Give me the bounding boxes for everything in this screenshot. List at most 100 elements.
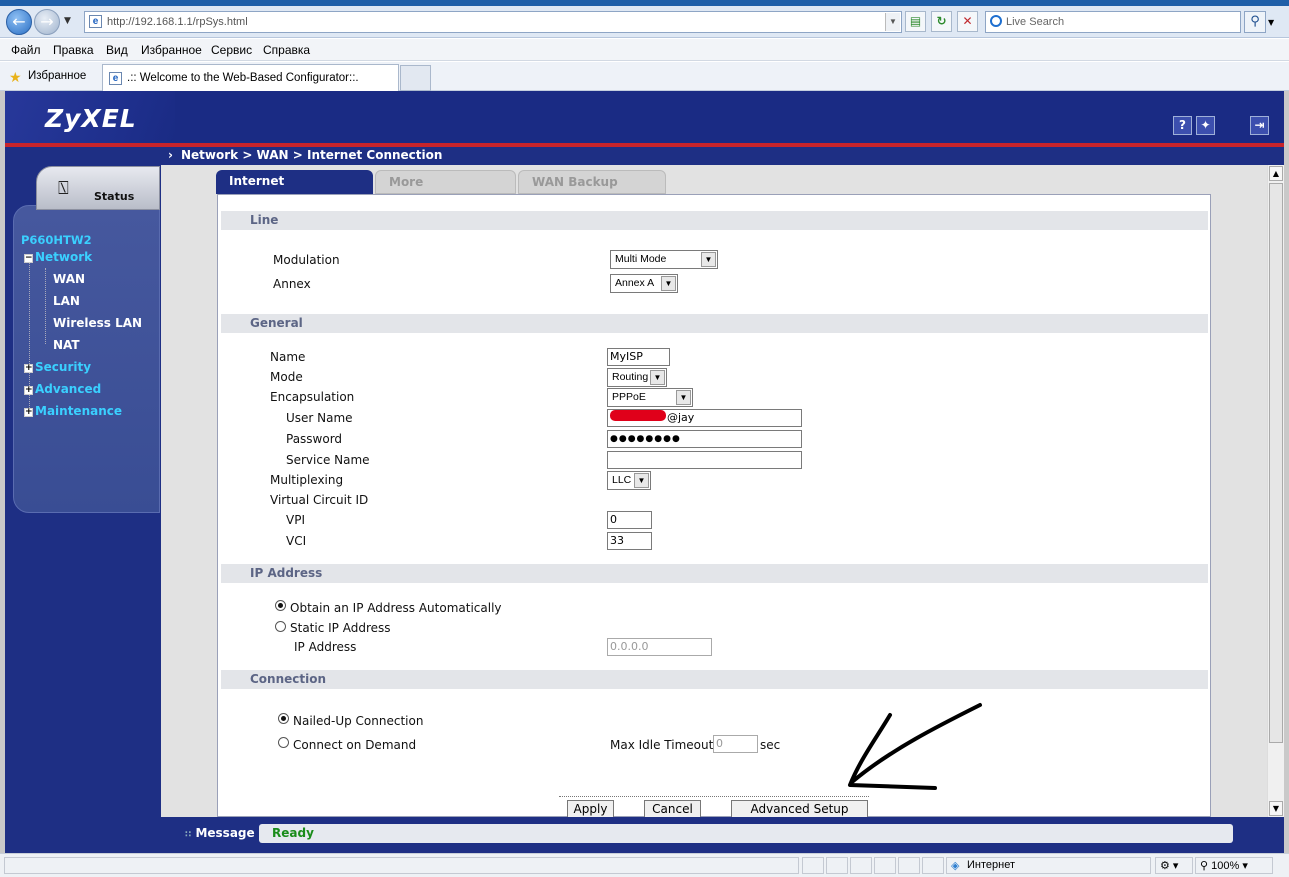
ip-address-label: IP Address: [294, 640, 357, 654]
on-demand-label: Connect on Demand: [293, 738, 417, 752]
favorites-bar: ★ Избранное e .:: Welcome to the Web-Bas…: [0, 62, 1289, 91]
protected-mode-button[interactable]: ⚙ ▾: [1155, 857, 1193, 874]
sidebar-item-network[interactable]: − Network: [24, 250, 92, 264]
status-text-pane: [4, 857, 799, 874]
ip-address-input[interactable]: 0.0.0.0: [607, 638, 712, 656]
address-text: http://192.168.1.1/rpSys.html: [107, 16, 248, 28]
menu-favorites[interactable]: Избранное: [141, 43, 202, 57]
zoom-button[interactable]: ⚲ 100% ▾: [1195, 857, 1273, 874]
dropdown-arrow-icon: ▼: [676, 390, 691, 405]
ip-auto-radio[interactable]: [275, 600, 286, 611]
nailed-up-radio[interactable]: [278, 713, 289, 724]
new-tab-button[interactable]: [400, 65, 431, 91]
annex-select[interactable]: Annex A ▼: [610, 274, 678, 293]
dropdown-arrow-icon: ▼: [650, 370, 665, 385]
status-pane: [898, 857, 920, 874]
history-dropdown-icon[interactable]: ▼: [64, 16, 71, 26]
status-pane: [826, 857, 848, 874]
mode-select[interactable]: Routing ▼: [607, 368, 667, 387]
menu-tools[interactable]: Сервис: [211, 43, 252, 57]
back-button[interactable]: ←: [6, 9, 32, 35]
modulation-select[interactable]: Multi Mode ▼: [610, 250, 718, 269]
scroll-up-icon[interactable]: ▲: [1269, 166, 1283, 181]
sidebar-item-nat[interactable]: NAT: [53, 338, 80, 352]
favorites-star-icon[interactable]: ★: [9, 69, 22, 86]
breadcrumb: › Network > WAN > Internet Connection: [161, 147, 1284, 165]
status-tab[interactable]: [36, 166, 160, 210]
ie-page-icon: e: [89, 15, 102, 28]
security-zone: ◈ Интернет: [946, 857, 1151, 874]
scroll-thumb[interactable]: [1269, 183, 1283, 743]
stop-button[interactable]: ✕: [957, 11, 978, 32]
tree-line-sub: [45, 268, 46, 344]
expand-icon[interactable]: +: [24, 386, 33, 395]
collapse-icon[interactable]: −: [24, 254, 33, 263]
logout-icon[interactable]: ⇥: [1250, 116, 1269, 135]
on-demand-radio[interactable]: [278, 737, 289, 748]
name-input[interactable]: MyISP: [607, 348, 670, 366]
message-dots-icon: ∷: [185, 830, 192, 840]
scroll-down-icon[interactable]: ▼: [1269, 801, 1283, 816]
sidebar-item-lan[interactable]: LAN: [53, 294, 80, 308]
refresh-button[interactable]: ↻: [931, 11, 952, 32]
zoom-icon: ⚲: [1200, 860, 1209, 872]
vci-label: VCI: [286, 534, 307, 548]
tab-more-connections[interactable]: More Connections: [375, 170, 516, 212]
search-options-dropdown-icon[interactable]: ▼: [1268, 18, 1274, 27]
password-input[interactable]: ●●●●●●●●: [607, 430, 802, 448]
window-frame-right: [1284, 91, 1289, 853]
menu-help[interactable]: Справка: [263, 43, 310, 57]
ip-auto-label: Obtain an IP Address Automatically: [290, 601, 502, 615]
status-pane: [850, 857, 872, 874]
forward-button[interactable]: →: [34, 9, 60, 35]
search-input[interactable]: Live Search: [985, 11, 1241, 33]
vpi-input[interactable]: 0: [607, 511, 652, 529]
live-search-logo-icon: [990, 15, 1002, 27]
menu-view[interactable]: Вид: [106, 43, 128, 57]
breadcrumb-arrow-icon: ›: [168, 148, 173, 162]
message-label: ∷ Message: [185, 826, 255, 840]
menu-edit[interactable]: Правка: [53, 43, 94, 57]
content-scrollbar[interactable]: ▲ ▼: [1267, 165, 1284, 817]
address-input[interactable]: e http://192.168.1.1/rpSys.html ▼: [84, 11, 902, 33]
address-dropdown-icon[interactable]: ▼: [885, 13, 900, 31]
section-connection-header: Connection: [221, 670, 1208, 689]
browser-tab[interactable]: e .:: Welcome to the Web-Based Configura…: [102, 64, 399, 91]
section-line-header: Line: [221, 211, 1208, 230]
multiplexing-select[interactable]: LLC ▼: [607, 471, 651, 490]
tab-wan-backup-setup[interactable]: WAN Backup Setup: [518, 170, 666, 212]
expand-icon[interactable]: +: [24, 408, 33, 417]
wizard-icon[interactable]: ✦: [1196, 116, 1215, 135]
encapsulation-select[interactable]: PPPoE ▼: [607, 388, 693, 407]
buttons-divider: [559, 796, 869, 797]
dropdown-arrow-icon: ▼: [701, 252, 716, 267]
router-status-icon[interactable]: ⍂: [58, 178, 69, 199]
status-pane: [922, 857, 944, 874]
dropdown-arrow-icon: ▼: [661, 276, 676, 291]
status-label[interactable]: Status: [94, 190, 134, 203]
vc-id-label: Virtual Circuit ID: [270, 493, 369, 507]
idle-timeout-input[interactable]: 0: [713, 735, 758, 753]
ip-static-label: Static IP Address: [290, 621, 391, 635]
sidebar-item-wan[interactable]: WAN: [53, 272, 85, 286]
favorites-button[interactable]: Избранное: [28, 70, 86, 82]
expand-icon[interactable]: +: [24, 364, 33, 373]
vci-input[interactable]: 33: [607, 532, 652, 550]
message-text: Ready: [259, 824, 1233, 843]
globe-icon: ◈: [951, 860, 960, 872]
sidebar-item-advanced[interactable]: + Advanced: [24, 382, 101, 396]
device-model[interactable]: P660HTW2: [21, 233, 92, 247]
sidebar-item-maintenance[interactable]: + Maintenance: [24, 404, 122, 418]
sidebar-item-security[interactable]: + Security: [24, 360, 91, 374]
help-icon[interactable]: ?: [1173, 116, 1192, 135]
compat-view-button[interactable]: ▤: [905, 11, 926, 32]
search-placeholder: Live Search: [1006, 16, 1065, 28]
menu-file[interactable]: Файл: [11, 43, 41, 57]
tab-internet-connection[interactable]: Internet Connection: [216, 170, 373, 211]
idle-timeout-unit: sec: [760, 738, 781, 752]
ip-static-radio[interactable]: [275, 621, 286, 632]
search-button[interactable]: ⚲: [1244, 11, 1266, 33]
service-name-input[interactable]: [607, 451, 802, 469]
name-label: Name: [270, 350, 306, 364]
sidebar-item-wireless-lan[interactable]: Wireless LAN: [53, 316, 142, 330]
